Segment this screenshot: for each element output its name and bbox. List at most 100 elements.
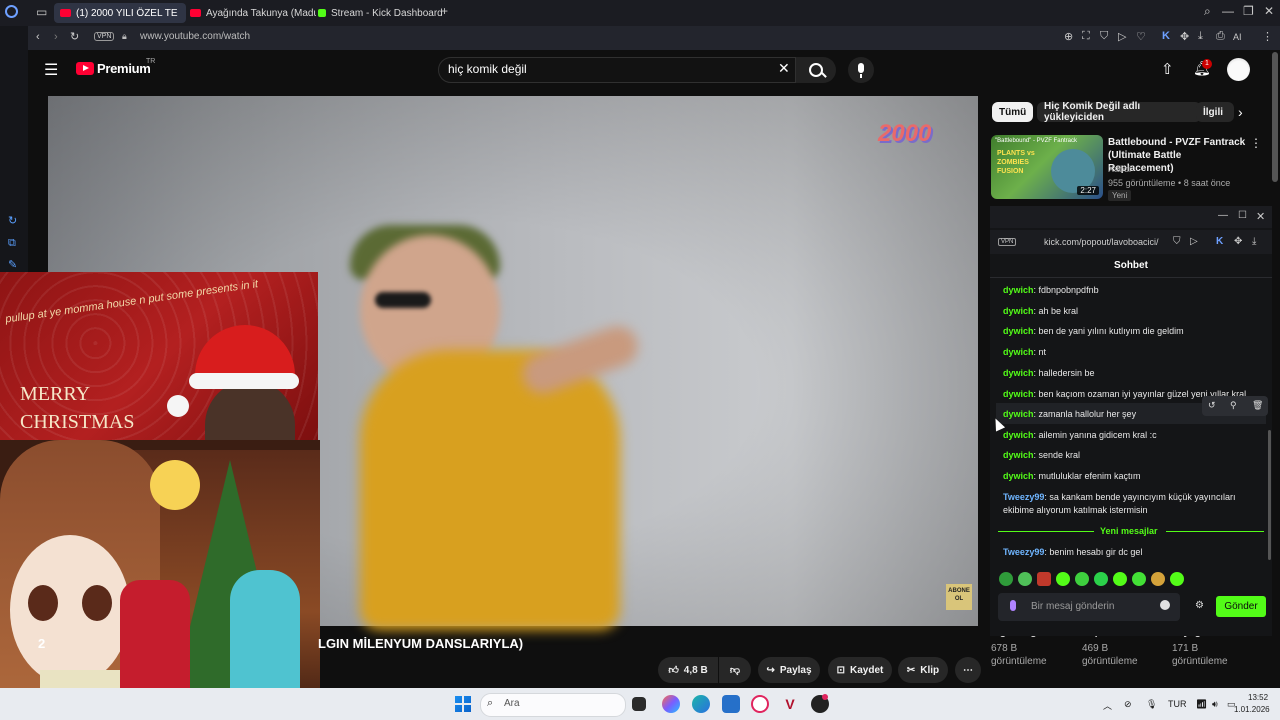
tray-mic-icon[interactable]: 🎙︎ (1146, 699, 1157, 710)
tray-chevron-icon[interactable]: ︿ (1103, 699, 1112, 712)
volume-icon[interactable]: 🔊︎ (1212, 699, 1218, 710)
recommended-thumbnail[interactable]: "Battlebound" - PVZF Fantrack PLANTS vs … (991, 135, 1103, 199)
chat-message[interactable]: Tweezy99: benim hesabı gir dc gel (1003, 546, 1253, 559)
share-button[interactable]: ↪ Paylaş (758, 657, 820, 683)
tab-youtube-2[interactable]: Ayağında Takunya (Madur (184, 3, 316, 23)
chat-username[interactable]: dywich (1003, 450, 1034, 460)
like-button[interactable]: 👍︎ 4,8 B (658, 657, 718, 683)
tab-youtube-active[interactable]: (1) 2000 YILI ÖZEL TE (54, 3, 186, 23)
kick-extension-icon[interactable]: K (1162, 30, 1170, 42)
more-actions-button[interactable]: ⋯ (955, 657, 981, 683)
popout-url[interactable]: kick.com/popout/lavoboacici/ (1044, 237, 1159, 247)
valorant-icon[interactable]: V (781, 695, 799, 713)
emote-icon[interactable] (1037, 572, 1051, 586)
chat-username[interactable]: Tweezy99 (1003, 547, 1044, 557)
clear-search-icon[interactable]: ✕ (778, 60, 790, 77)
shield-icon[interactable]: ⛉ (1100, 30, 1108, 43)
pin-message-icon[interactable]: ⚲ (1230, 400, 1237, 411)
upload-icon[interactable]: ⇧ (1161, 60, 1174, 78)
popout-maximize-icon[interactable]: ☐ (1238, 210, 1247, 221)
emote-icon[interactable] (1075, 572, 1089, 586)
restore-icon[interactable]: ❐ (1243, 4, 1254, 18)
account-avatar[interactable] (1227, 58, 1250, 81)
chip-uploader[interactable]: Hiç Komik Değil adlı yükleyiciden (1037, 101, 1201, 123)
copilot-icon[interactable] (662, 695, 680, 713)
lock-icon[interactable]: 🔒︎ (122, 31, 127, 42)
popout-play-icon[interactable]: ▷ (1190, 236, 1198, 247)
reload-icon[interactable]: ↻ (70, 30, 79, 43)
send-button[interactable]: Gönder (1216, 596, 1266, 617)
pin-icon[interactable]: ⊕ (1064, 30, 1073, 43)
opera-gx-taskbar-icon[interactable] (751, 695, 769, 713)
chat-message[interactable]: dywich: fdbnpobnpdfnb (1003, 284, 1253, 297)
sidebar-notes-icon[interactable]: ✎ (8, 258, 17, 271)
chat-message[interactable]: dywich: mutluluklar efenim kaçtım (1003, 470, 1253, 483)
chat-message[interactable]: dywich: ailemin yanına gidicem kral :c (1003, 429, 1253, 442)
chat-message[interactable]: dywich: halledersin be (1003, 367, 1253, 380)
clip-button[interactable]: ✂ Klip (898, 657, 948, 683)
voice-search-icon[interactable] (848, 57, 874, 83)
sidebar-cube-icon[interactable]: ⧉ (8, 237, 16, 250)
emote-icon[interactable] (999, 572, 1013, 586)
hamburger-menu-icon[interactable]: ☰ (44, 60, 58, 80)
windows-start-icon[interactable] (455, 696, 471, 712)
popout-puzzle-icon[interactable]: ✥ (1234, 236, 1242, 247)
new-tab-button[interactable]: + (441, 4, 448, 18)
popout-vpn-badge[interactable]: VPN (998, 238, 1017, 246)
url-field[interactable]: www.youtube.com/watch (140, 31, 250, 42)
popout-download-icon[interactable]: ⤓ (1252, 236, 1256, 247)
chat-input-placeholder[interactable]: Bir mesaj gönderin (1031, 601, 1114, 612)
snapshot-icon[interactable]: ⛶ (1082, 30, 1090, 43)
recommended-channel[interactable]: Xabdi (1108, 164, 1131, 174)
microphone-icon[interactable] (1010, 600, 1016, 611)
search-tabs-icon[interactable]: ⌕ (1204, 4, 1211, 19)
delete-message-icon[interactable]: 🗑︎ (1252, 400, 1263, 411)
chat-message[interactable]: Tweezy99: sa kankam bende yayıncıyım küç… (1003, 491, 1253, 517)
emote-icon[interactable] (1132, 572, 1146, 586)
ai-button[interactable]: AI (1233, 32, 1242, 42)
opera-logo-icon[interactable] (5, 5, 18, 18)
wifi-icon[interactable]: 📶︎ (1196, 699, 1207, 710)
chip-all[interactable]: Tümü (992, 102, 1034, 122)
chat-scrollbar[interactable] (1268, 430, 1271, 560)
sidebar-refresh-icon[interactable]: ↻ (8, 214, 17, 227)
emote-icon[interactable] (1094, 572, 1108, 586)
chip-related[interactable]: İlgili (1196, 102, 1234, 122)
chat-message[interactable]: dywich: ben de yani yılını kutlıyım die … (1003, 325, 1253, 338)
chat-username[interactable]: dywich (1003, 471, 1034, 481)
task-view-icon[interactable] (632, 697, 646, 711)
chips-next-icon[interactable]: › (1238, 104, 1243, 120)
chat-username[interactable]: dywich (1003, 326, 1034, 336)
subscribe-watermark[interactable]: ABONE OL (946, 584, 972, 610)
save-button[interactable]: ⊡ Kaydet (828, 657, 892, 683)
chat-message[interactable]: dywich: sende kral (1003, 449, 1253, 462)
back-icon[interactable]: ‹ (36, 31, 40, 43)
download-icon[interactable]: ⤓ (1198, 30, 1203, 43)
minimize-icon[interactable]: — (1222, 4, 1234, 18)
clock-time[interactable]: 13:52 (1248, 693, 1268, 702)
emote-icon[interactable] (1018, 572, 1032, 586)
emote-icon[interactable] (1170, 572, 1184, 586)
store-icon[interactable] (722, 695, 740, 713)
vpn-badge[interactable]: VPN (94, 32, 115, 41)
recommended-menu-icon[interactable]: ⋮ (1250, 136, 1262, 150)
print-icon[interactable]: ⎙ (1216, 30, 1225, 43)
play-icon[interactable]: ▷ (1118, 30, 1126, 43)
page-scrollbar[interactable] (1272, 52, 1278, 182)
emote-icon[interactable] (1113, 572, 1127, 586)
chat-username[interactable]: Tweezy99 (1003, 492, 1044, 502)
taskbar-search-placeholder[interactable]: Ara (504, 698, 520, 709)
chat-message[interactable]: dywich: nt (1003, 346, 1253, 359)
tray-network-off-icon[interactable]: ⊘ (1124, 699, 1132, 710)
edge-icon[interactable] (692, 695, 710, 713)
menu-icon[interactable]: ⋮ (1262, 30, 1273, 43)
taskbar-search-box[interactable] (480, 693, 626, 717)
chat-settings-gear-icon[interactable]: ⚙ (1195, 600, 1204, 611)
chat-username[interactable]: dywich (1003, 368, 1034, 378)
popout-close-icon[interactable]: ✕ (1256, 210, 1265, 223)
reply-icon[interactable]: ↺ (1208, 400, 1216, 411)
chat-username[interactable]: dywich (1003, 306, 1034, 316)
forward-icon[interactable]: › (54, 31, 58, 43)
popout-kick-icon[interactable]: K (1216, 236, 1223, 247)
search-input[interactable]: hiç komik değil (448, 62, 527, 76)
